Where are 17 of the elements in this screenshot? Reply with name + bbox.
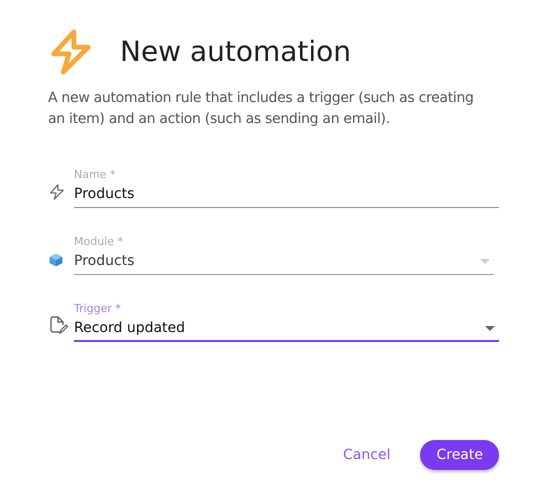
field-label: Trigger * (74, 302, 122, 315)
dialog-title: New automation (120, 34, 352, 68)
lightning-icon (48, 183, 66, 201)
dialog-description: A new automation rule that includes a trigger (such as creating an item) and an action (such as sending an email). (48, 89, 475, 129)
field-label: Module * (74, 235, 124, 248)
dropdown-arrow-icon (480, 258, 490, 264)
box-icon (48, 252, 64, 268)
input-field[interactable]: Name * Products (74, 168, 499, 208)
dropdown-arrow-icon (485, 326, 495, 330)
field-value: Record updated (74, 320, 186, 336)
cancel-button[interactable]: Cancel (335, 441, 398, 469)
document-edit-icon (48, 315, 68, 335)
create-button[interactable]: Create (420, 440, 499, 470)
dropdown-field[interactable]: Trigger * Record updated (74, 302, 499, 342)
field-value: Products (74, 253, 134, 269)
field-label: Name * (74, 168, 116, 181)
field-value: Products (74, 186, 134, 202)
